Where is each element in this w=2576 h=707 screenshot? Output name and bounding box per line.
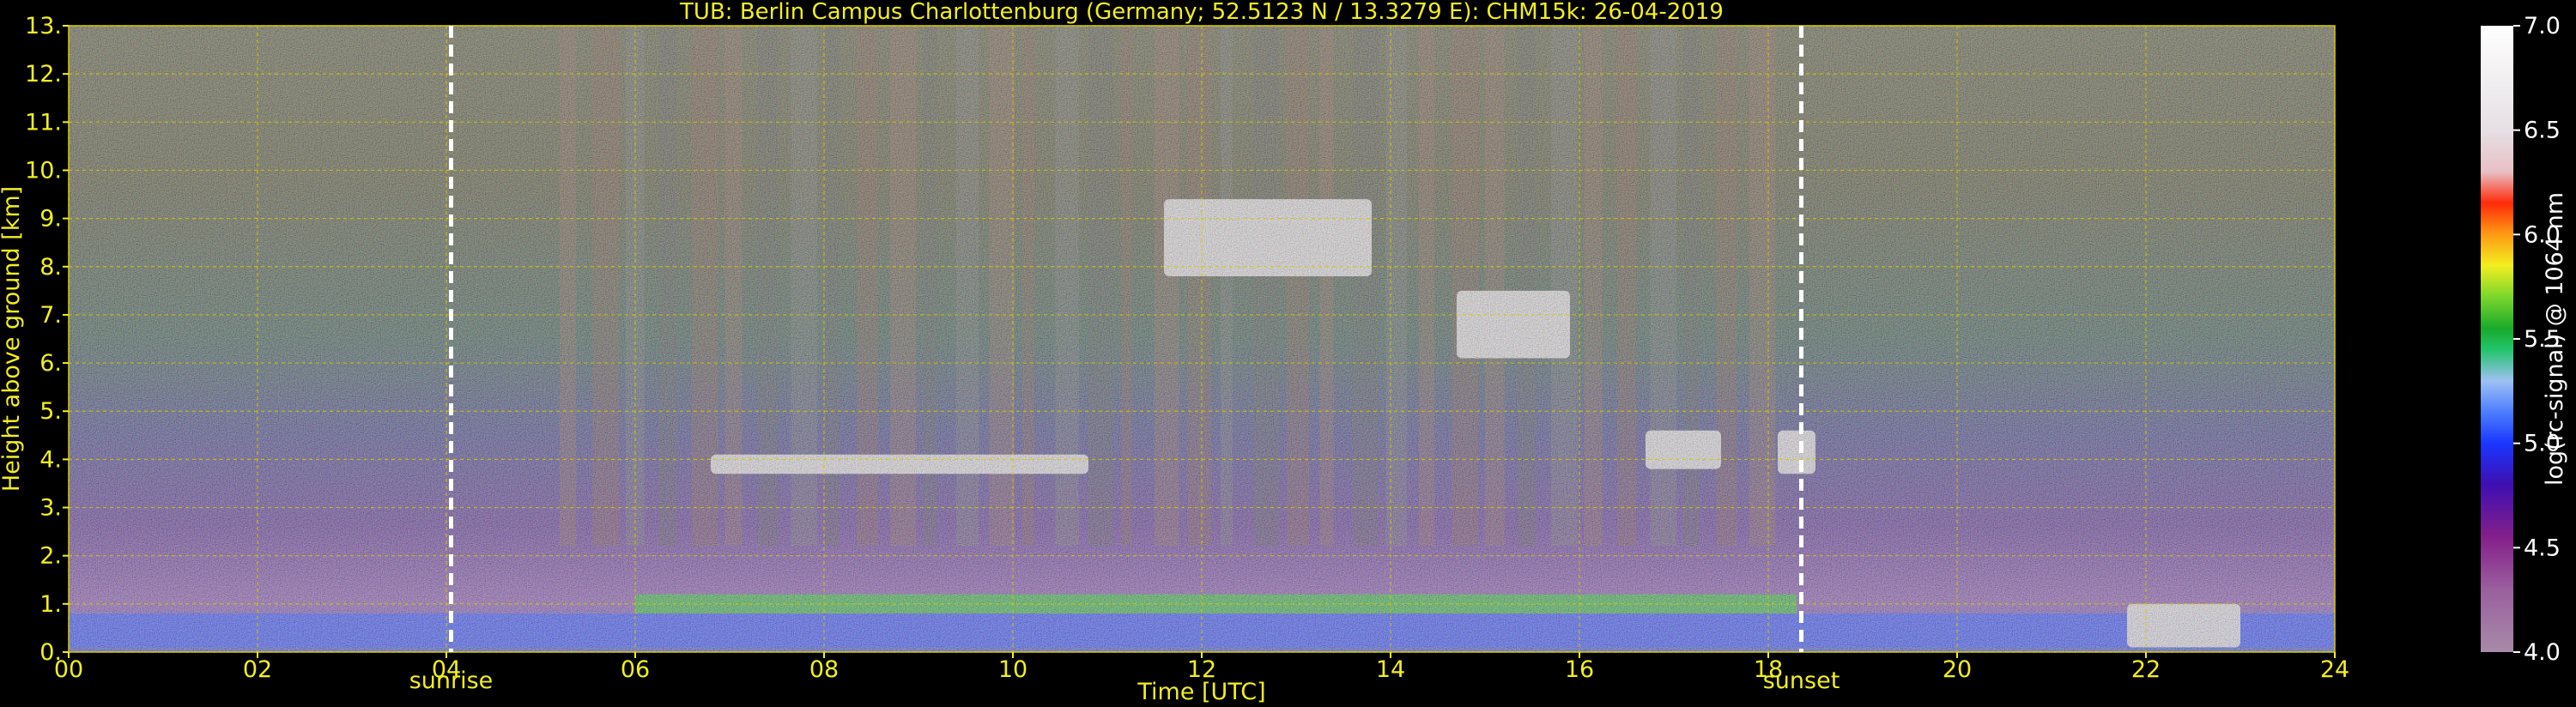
x-tick-label: 22 bbox=[2131, 656, 2161, 683]
x-axis-ticks: 00 02 04 06 08 10 12 14 16 18 20 22 24 bbox=[54, 652, 2349, 683]
colorbar-label: log(rc-signal) @ 1064 nm bbox=[2542, 192, 2568, 486]
x-tick-label: 20 bbox=[1943, 656, 1972, 683]
colorbar-tick-label: 4.0 bbox=[2524, 639, 2561, 666]
x-tick-label: 24 bbox=[2320, 656, 2349, 683]
y-axis-label: Height above ground [km] bbox=[0, 186, 25, 492]
chart-title: TUB: Berlin Campus Charlottenburg (Germa… bbox=[679, 0, 1724, 25]
signal-noise bbox=[69, 26, 2335, 652]
y-tick-label: 3. bbox=[39, 495, 62, 522]
x-tick-label: 02 bbox=[243, 656, 272, 683]
colorbar-tick-label: 7.0 bbox=[2524, 13, 2561, 39]
y-tick-label: 1. bbox=[39, 591, 62, 618]
y-tick-label: 0. bbox=[39, 639, 62, 666]
x-tick-label: 18 bbox=[1754, 656, 1783, 683]
colorbar: 4.04.55.05.56.06.57.0 log(rc-signal) @ 1… bbox=[2481, 13, 2568, 666]
x-tick-label: 04 bbox=[432, 656, 461, 683]
y-tick-label: 4. bbox=[39, 446, 62, 473]
y-tick-label: 11. bbox=[25, 109, 62, 136]
x-tick-label: 16 bbox=[1565, 656, 1594, 683]
x-tick-label: 10 bbox=[998, 656, 1027, 683]
plot-area: sunrise sunset bbox=[68, 25, 2336, 694]
x-tick-label: 12 bbox=[1187, 656, 1216, 683]
y-axis-ticks: 0. 1. 2. 3. 4. 5. 6. 7. 8. 9. 10. 11. 12. 13. bbox=[25, 13, 69, 666]
colorbar-tick-label: 4.5 bbox=[2524, 535, 2561, 561]
colorbar-gradient bbox=[2481, 26, 2513, 652]
y-tick-label: 9. bbox=[39, 206, 62, 233]
colorbar-tick-label: 6.5 bbox=[2524, 118, 2561, 144]
y-tick-label: 2. bbox=[39, 543, 62, 570]
x-tick-label: 06 bbox=[621, 656, 650, 683]
y-tick-label: 7. bbox=[39, 302, 62, 329]
y-tick-label: 10. bbox=[25, 157, 62, 184]
y-tick-label: 12. bbox=[25, 61, 62, 88]
y-tick-label: 8. bbox=[39, 254, 62, 281]
y-tick-label: 6. bbox=[39, 350, 62, 377]
ceilometer-figure: TUB: Berlin Campus Charlottenburg (Germa… bbox=[0, 0, 2568, 705]
y-tick-label: 5. bbox=[39, 398, 62, 425]
y-tick-label: 13. bbox=[25, 13, 62, 39]
x-tick-label: 14 bbox=[1376, 656, 1405, 683]
x-tick-label: 08 bbox=[809, 656, 839, 683]
